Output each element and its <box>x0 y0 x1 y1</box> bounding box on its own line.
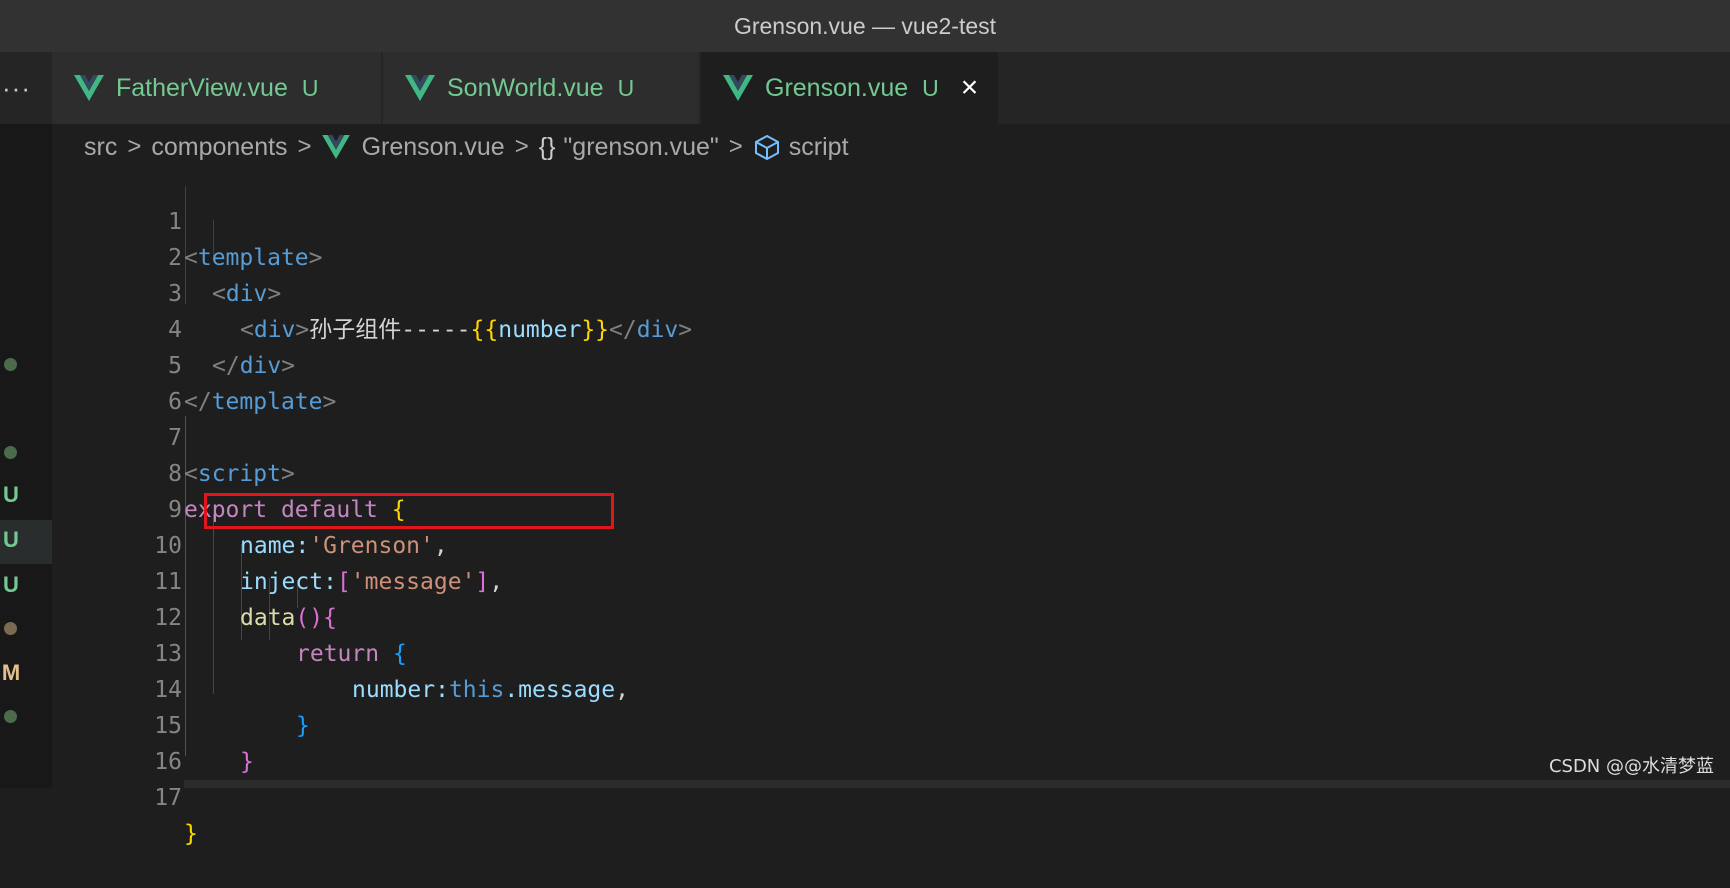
tab-grenson[interactable]: Grenson.vue U × <box>701 52 999 124</box>
code-line: 5 </template> <box>52 312 336 415</box>
code-line: 11 data(){ <box>52 528 337 631</box>
line-number: 3 <box>168 281 182 307</box>
explorer-edge: U U U M <box>0 124 52 788</box>
braces-icon: {} <box>538 132 556 161</box>
tab-label: Grenson.vue <box>765 73 909 102</box>
code-line: 2 <div> <box>52 204 281 307</box>
more-actions-icon[interactable]: ··· <box>0 52 50 124</box>
untracked-mark: U <box>3 482 19 507</box>
vue-file-icon <box>321 135 350 159</box>
line-number: 7 <box>168 425 182 451</box>
breadcrumb-item-file[interactable]: Grenson.vue <box>362 133 505 162</box>
code-line: 16 <box>52 708 182 775</box>
line-number: 5 <box>168 353 182 379</box>
code-line: 8 export default { <box>52 420 405 523</box>
line-number: 1 <box>168 209 182 235</box>
status-dot-icon <box>4 622 17 635</box>
chevron-right-icon: > <box>127 133 142 160</box>
line-number: 10 <box>154 533 182 559</box>
line-number: 16 <box>154 749 182 775</box>
line-number: 8 <box>168 461 182 487</box>
vue-file-icon <box>74 75 104 101</box>
line-number: 12 <box>154 605 182 631</box>
breadcrumb: src > components > Grenson.vue > {} "gre… <box>84 126 849 168</box>
line-number: 17 <box>154 785 182 811</box>
chevron-right-icon: > <box>728 133 743 160</box>
code-line: 4 </div> <box>52 276 295 379</box>
untracked-mark: U <box>3 572 19 597</box>
code-line: 15 } <box>52 672 254 775</box>
code-line: 1 <template> <box>52 168 322 271</box>
code-line: 17 } <box>52 744 198 847</box>
vue-file-icon <box>723 75 753 101</box>
line-number: 9 <box>168 497 182 523</box>
breadcrumb-item-script[interactable]: script <box>789 133 849 162</box>
line-number: 11 <box>154 569 182 595</box>
window-title: Grenson.vue — vue2-test <box>733 12 997 39</box>
window-title-bar: Grenson.vue — vue2-test <box>0 0 1730 52</box>
untracked-badge: U <box>922 74 939 101</box>
line-number: 13 <box>154 641 182 667</box>
tab-sonworld[interactable]: SonWorld.vue U <box>383 52 700 124</box>
untracked-badge: U <box>301 74 319 101</box>
line-number: 4 <box>168 317 182 343</box>
line-number: 6 <box>168 389 182 415</box>
tab-fatherview[interactable]: FatherView.vue U <box>52 52 382 124</box>
line-number: 2 <box>168 245 182 271</box>
tab-label: SonWorld.vue <box>447 73 604 102</box>
watermark: CSDN @@水清梦蓝 <box>1548 756 1714 777</box>
vue-file-icon <box>405 75 435 101</box>
status-dot-icon <box>4 358 17 371</box>
editor-tab-bar: ··· FatherView.vue U SonWorld.vue U Gren… <box>0 52 1730 124</box>
code-line: 14 } <box>52 636 310 739</box>
indent-guide <box>213 514 214 694</box>
code-line: 10 inject:['message'], <box>52 492 503 595</box>
code-line: 7 <script> <box>52 384 295 487</box>
code-line: 3 <div>孙子组件-----{{number}}</div> <box>52 240 692 343</box>
code-line: 9 name:'Grenson', <box>52 456 448 559</box>
untracked-badge: U <box>617 74 635 101</box>
code-line: 6 <box>52 348 182 415</box>
highlight-box <box>204 493 614 529</box>
breadcrumb-item-module[interactable]: "grenson.vue" <box>563 133 718 162</box>
line-number: 14 <box>154 677 182 703</box>
cube-icon <box>754 134 779 161</box>
breadcrumb-item-src[interactable]: src <box>84 133 117 162</box>
line-number: 15 <box>154 713 182 739</box>
tab-label: FatherView.vue <box>116 73 288 102</box>
chevron-right-icon: > <box>514 133 529 160</box>
horizontal-scrollbar[interactable] <box>184 780 1730 788</box>
code-editor[interactable]: 1 <template> 2 <div> 3 <div>孙子组件-----{{n… <box>52 168 1730 847</box>
status-dot-icon <box>4 446 17 459</box>
close-icon[interactable]: × <box>961 73 979 103</box>
status-dot-icon <box>4 710 17 723</box>
code-line: 12 return { <box>52 564 407 667</box>
chevron-right-icon: > <box>297 133 312 160</box>
untracked-mark: U <box>3 527 19 552</box>
modified-mark: M <box>1 660 21 685</box>
code-line: 13 number:this.message, <box>52 600 629 703</box>
breadcrumb-item-components[interactable]: components <box>151 133 287 162</box>
